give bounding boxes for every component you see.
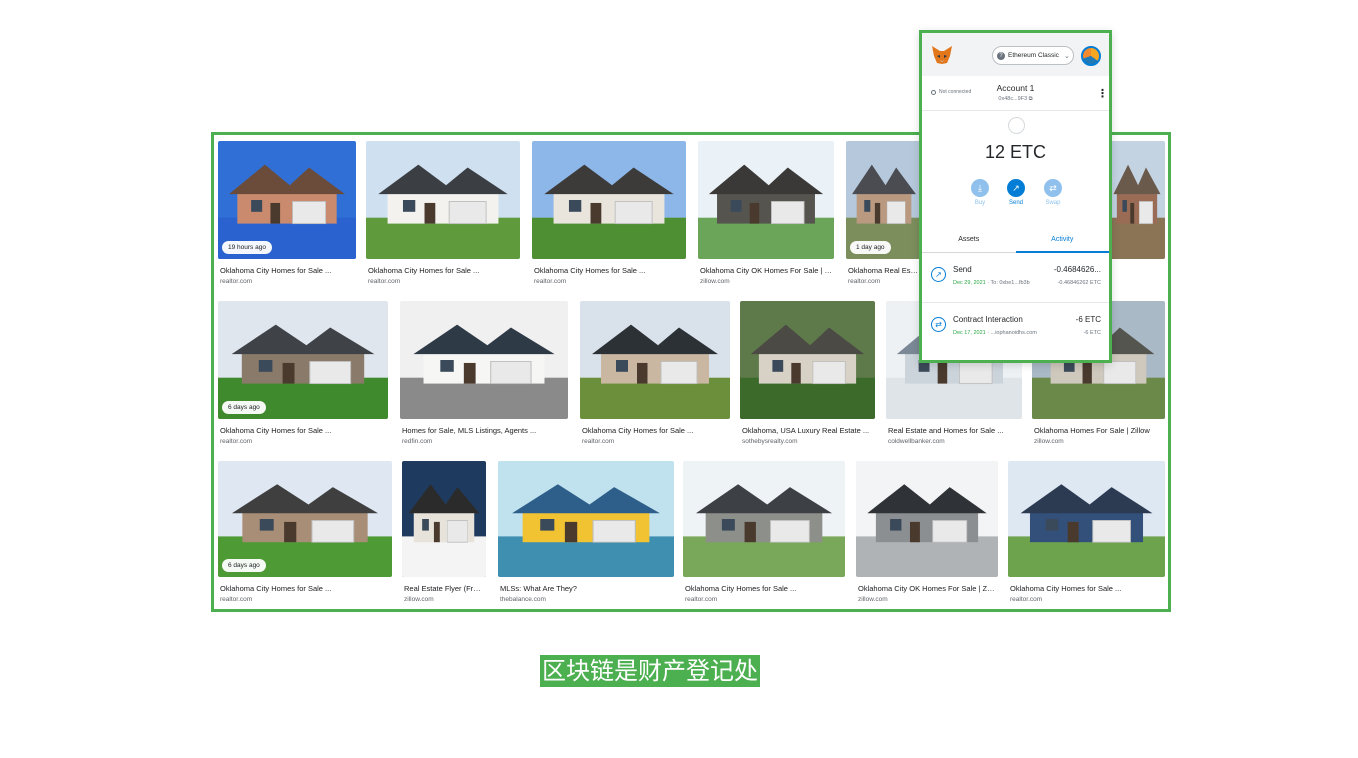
send-button[interactable]: ↗ Send — [1004, 179, 1028, 206]
network-info-icon: ? — [997, 51, 1005, 60]
house-photo[interactable] — [1008, 461, 1165, 577]
transaction-date: Dec 17, 2021 — [953, 330, 986, 336]
result-title-link[interactable]: Real Estate and Homes for Sale ... — [888, 426, 1020, 435]
buy-button[interactable]: ⤓ Buy — [968, 179, 992, 206]
result-source: zillow.com — [858, 596, 888, 603]
account-row: Not connected Account 1 0x48c...9F3 ⧉ ⋮ — [922, 76, 1109, 111]
result-title-link[interactable]: Oklahoma City OK Homes For Sale | Zillow — [858, 584, 996, 593]
result-title-link[interactable]: Oklahoma City Homes for Sale ... — [220, 584, 390, 593]
result-source: zillow.com — [1034, 438, 1064, 445]
swap-button[interactable]: ⇄ Swap — [1041, 179, 1065, 206]
result-source: sothebysrealty.com — [742, 438, 798, 445]
house-photo[interactable] — [366, 141, 520, 259]
result-source: realtor.com — [685, 596, 718, 603]
copy-icon[interactable]: ⧉ — [1029, 96, 1033, 102]
house-photo[interactable] — [740, 301, 875, 419]
account-avatar[interactable] — [1081, 46, 1101, 66]
result-source: realtor.com — [1010, 596, 1043, 603]
tab-assets[interactable]: Assets — [922, 227, 1016, 253]
house-photo[interactable] — [400, 301, 568, 419]
result-source: realtor.com — [848, 278, 881, 285]
swap-arrows-icon: ⇄ — [931, 317, 946, 332]
transaction-secondary-amount: -6 ETC — [1083, 330, 1101, 336]
result-source: realtor.com — [220, 438, 253, 445]
subtitle-caption: 区块链是财产登记处 — [540, 655, 760, 687]
network-name: Ethereum Classic — [1008, 52, 1059, 59]
wallet-popup: ? Ethereum Classic ⌄ Not connected Accou… — [919, 30, 1112, 363]
send-label: Send — [1008, 200, 1023, 206]
network-selector[interactable]: ? Ethereum Classic ⌄ — [992, 46, 1074, 65]
fox-logo-icon[interactable] — [931, 45, 953, 65]
transaction-amount: -6 ETC — [1075, 315, 1101, 324]
swap-label: Swap — [1045, 200, 1061, 206]
transaction-subtitle: Dec 29, 2021 · To: 0xbe1...fb3b — [953, 280, 1030, 286]
wallet-header: ? Ethereum Classic ⌄ — [922, 33, 1109, 76]
result-source: zillow.com — [700, 278, 730, 285]
result-source: redfin.com — [402, 438, 433, 445]
transaction-title: Contract Interaction — [953, 315, 1023, 324]
result-source: realtor.com — [582, 438, 615, 445]
swap-arrows-icon: ⇄ — [1044, 179, 1062, 197]
result-title-link[interactable]: Oklahoma City Homes for Sale ... — [368, 266, 518, 275]
transaction-item[interactable]: ↗ Send Dec 29, 2021 · To: 0xbe1...fb3b -… — [922, 255, 1109, 303]
balance-display: 12 ETC — [984, 142, 1047, 162]
result-title-link[interactable]: Oklahoma City Homes for Sale ... — [685, 584, 843, 593]
house-photo[interactable] — [856, 461, 998, 577]
result-title-link[interactable]: Oklahoma Real Estate — [848, 266, 920, 275]
result-title-link[interactable]: MLSs: What Are They? — [500, 584, 672, 593]
house-photo[interactable] — [1109, 141, 1165, 259]
send-arrow-icon: ↗ — [931, 267, 946, 282]
house-photo[interactable] — [580, 301, 730, 419]
buy-label: Buy — [974, 200, 986, 206]
account-name[interactable]: Account 1 — [922, 83, 1109, 93]
house-photo[interactable] — [402, 461, 486, 577]
result-source: realtor.com — [220, 596, 253, 603]
transaction-detail: · ...iophanoidhs.com — [985, 330, 1037, 336]
kebab-menu-icon[interactable]: ⋮ — [1097, 87, 1108, 100]
result-title-link[interactable]: Oklahoma City Homes for Sale ... — [534, 266, 684, 275]
result-title-link[interactable]: Oklahoma, USA Luxury Real Estate ... — [742, 426, 873, 435]
result-source: realtor.com — [534, 278, 567, 285]
result-title-link[interactable]: Homes for Sale, MLS Listings, Agents ... — [402, 426, 566, 435]
result-title-link[interactable]: Real Estate Flyer (Free ... — [404, 584, 484, 593]
result-title-link[interactable]: Oklahoma City Homes for Sale ... — [220, 266, 354, 275]
transaction-secondary-amount: -0.46846262 ETC — [1057, 280, 1101, 286]
wallet-tabs: Assets Activity — [922, 227, 1109, 253]
result-source: thebalance.com — [500, 596, 546, 603]
house-photo[interactable] — [683, 461, 845, 577]
transaction-date: Dec 29, 2021 — [953, 280, 986, 286]
house-photo[interactable] — [498, 461, 674, 577]
transaction-detail: · To: 0xbe1...fb3b — [985, 280, 1030, 286]
result-source: zillow.com — [404, 596, 434, 603]
result-source: coldwellbanker.com — [888, 438, 945, 445]
download-icon: ⤓ — [971, 179, 989, 197]
result-title-link[interactable]: Oklahoma City OK Homes For Sale | Zill..… — [700, 266, 832, 275]
result-title-link[interactable]: Oklahoma City Homes for Sale ... — [582, 426, 728, 435]
result-source: realtor.com — [368, 278, 401, 285]
transaction-subtitle: Dec 17, 2021 · ...iophanoidhs.com — [953, 330, 1037, 336]
result-title-link[interactable]: Oklahoma Homes For Sale | Zillow — [1034, 426, 1163, 435]
chevron-down-icon: ⌄ — [1063, 52, 1070, 60]
account-address[interactable]: 0x48c...9F3 ⧉ — [922, 96, 1109, 103]
time-badge: 6 days ago — [222, 559, 266, 572]
transaction-title: Send — [953, 265, 972, 274]
house-photo[interactable] — [532, 141, 686, 259]
time-badge: 1 day ago — [850, 241, 891, 254]
token-icon — [1008, 117, 1025, 134]
result-title-link[interactable]: Oklahoma City Homes for Sale ... — [1010, 584, 1163, 593]
time-badge: 19 hours ago — [222, 241, 272, 254]
send-arrow-icon: ↗ — [1007, 179, 1025, 197]
result-source: realtor.com — [220, 278, 253, 285]
result-title-link[interactable]: Oklahoma City Homes for Sale ... — [220, 426, 386, 435]
tab-activity[interactable]: Activity — [1015, 227, 1109, 253]
house-photo[interactable] — [698, 141, 834, 259]
transaction-item[interactable]: ⇄ Contract Interaction Dec 17, 2021 · ..… — [922, 305, 1109, 353]
time-badge: 6 days ago — [222, 401, 266, 414]
transaction-amount: -0.4684626... — [1053, 265, 1101, 274]
account-address-text: 0x48c...9F3 — [998, 96, 1028, 102]
